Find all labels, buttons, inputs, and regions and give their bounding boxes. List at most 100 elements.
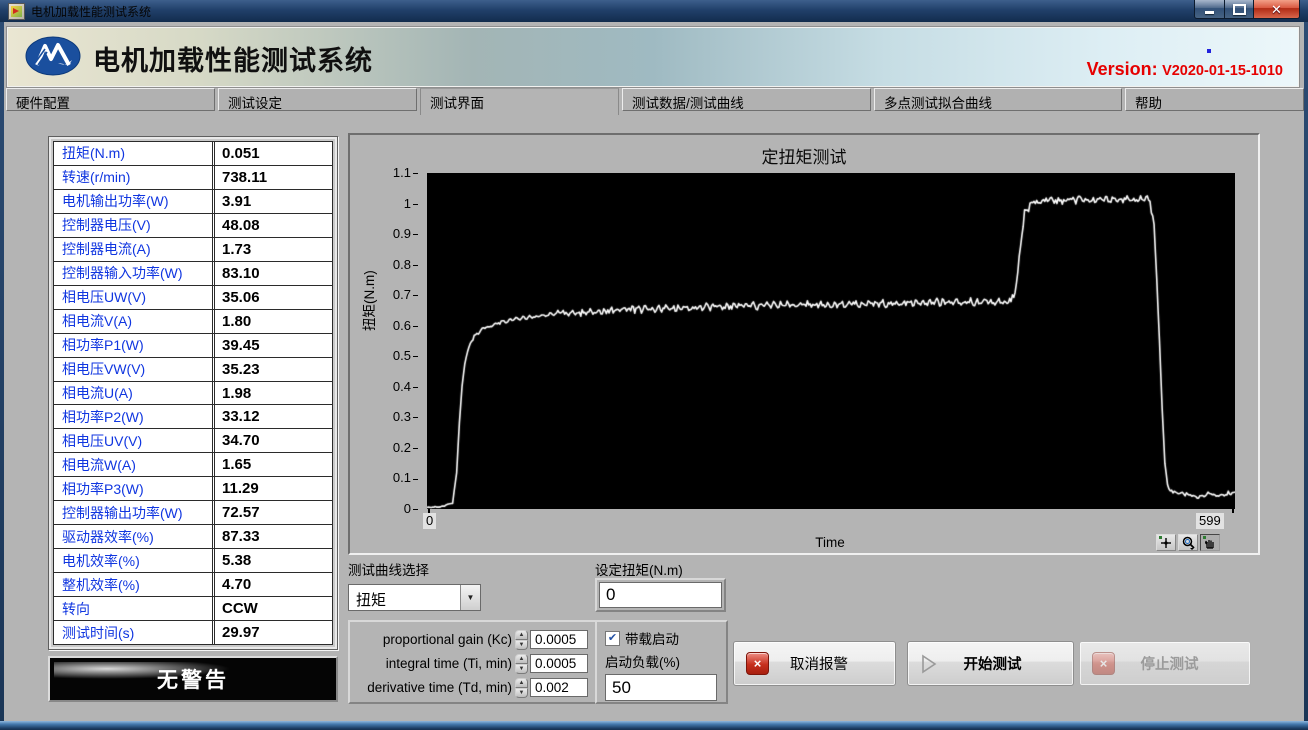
x-tick-mark-left — [428, 509, 430, 513]
measurement-label: 控制器输入功率(W) — [54, 262, 212, 285]
red-x-icon-disabled: × — [1092, 652, 1115, 675]
table-row: 转向 CCW — [54, 597, 332, 621]
table-row: 电机效率(%) 5.38 — [54, 549, 332, 573]
chevron-down-icon[interactable]: ▼ — [460, 585, 480, 610]
measurement-value: 1.65 — [212, 453, 332, 476]
measurement-table: 扭矩(N.m) 0.051 转速(r/min) 738.11 电机输出功率(W)… — [53, 141, 333, 645]
measurement-value: CCW — [212, 597, 332, 620]
warning-text: 无警告 — [50, 658, 336, 700]
chart-plot-area[interactable] — [427, 173, 1235, 509]
x-axis-min[interactable]: 0 — [423, 513, 436, 529]
tab-test-interface[interactable]: 测试界面 — [420, 88, 619, 115]
tab-bar: 硬件配置 测试设定 测试界面 测试数据/测试曲线 多点测试拟合曲线 帮助 — [4, 88, 1304, 115]
app-icon[interactable] — [8, 3, 25, 20]
measurement-table-frame: 扭矩(N.m) 0.051 转速(r/min) 738.11 电机输出功率(W)… — [48, 136, 338, 650]
y-tick-label: 1.1 — [356, 165, 418, 180]
measurement-label: 相电流U(A) — [54, 382, 212, 405]
measurement-value: 35.06 — [212, 286, 332, 309]
measurement-label: 控制器电流(A) — [54, 238, 212, 261]
measurement-value: 35.23 — [212, 358, 332, 381]
measurement-label: 控制器电压(V) — [54, 214, 212, 237]
pid-value-input[interactable] — [530, 654, 588, 673]
maximize-button[interactable] — [1225, 0, 1253, 19]
load-start-checkbox-label: 带载启动 — [625, 628, 679, 648]
application-window: 电机加载性能测试系统 ✕ 电机加载性能测试系统 Version: V2020-0… — [0, 0, 1308, 730]
pan-tool-button[interactable] — [1200, 534, 1220, 551]
curve-select-label: 测试曲线选择 — [348, 559, 429, 579]
measurement-label: 电机输出功率(W) — [54, 190, 212, 213]
measurement-label: 驱动器效率(%) — [54, 525, 212, 548]
measurement-value: 72.57 — [212, 501, 332, 524]
tab-hardware-config[interactable]: 硬件配置 — [6, 88, 215, 111]
table-row: 转速(r/min) 738.11 — [54, 166, 332, 190]
table-row: 控制器电流(A) 1.73 — [54, 238, 332, 262]
spinner-control[interactable]: ▲ ▼ — [515, 678, 528, 697]
minimize-icon — [1205, 11, 1214, 14]
measurement-value: 48.08 — [212, 214, 332, 237]
chart-title: 定扭矩测试 — [350, 143, 1258, 168]
tab-test-data-curves[interactable]: 测试数据/测试曲线 — [622, 88, 871, 111]
table-row: 相功率P2(W) 33.12 — [54, 405, 332, 429]
company-logo — [25, 36, 81, 76]
table-row: 相电流U(A) 1.98 — [54, 382, 332, 406]
cursor-tool-button[interactable] — [1156, 534, 1176, 551]
measurement-label: 转向 — [54, 597, 212, 620]
tab-test-settings[interactable]: 测试设定 — [218, 88, 417, 111]
y-tick-label: 0.5 — [356, 348, 418, 363]
magnifier-icon — [1181, 536, 1196, 550]
spinner-control[interactable]: ▲ ▼ — [515, 630, 528, 649]
zoom-tool-button[interactable] — [1178, 534, 1198, 551]
spinner-control[interactable]: ▲ ▼ — [515, 654, 528, 673]
spinner-down-icon[interactable]: ▼ — [515, 664, 528, 674]
hand-icon — [1203, 536, 1217, 550]
stop-test-label: 停止测试 — [1115, 653, 1250, 674]
table-row: 相电压UW(V) 35.06 — [54, 286, 332, 310]
spinner-down-icon[interactable]: ▼ — [515, 640, 528, 650]
load-start-checkbox[interactable]: ✔ — [605, 631, 620, 646]
x-axis-max[interactable]: 599 — [1196, 513, 1224, 529]
page-title: 电机加载性能测试系统 — [93, 39, 373, 78]
cancel-alarm-button[interactable]: × 取消报警 — [733, 641, 896, 686]
spinner-up-icon[interactable]: ▲ — [515, 654, 528, 664]
play-icon — [920, 653, 938, 674]
x-tick-mark-right — [1232, 509, 1234, 513]
tab-help[interactable]: 帮助 — [1125, 88, 1304, 111]
table-row: 相电压VW(V) 35.23 — [54, 358, 332, 382]
set-torque-input[interactable] — [599, 582, 722, 608]
pid-value-input[interactable] — [530, 678, 588, 697]
start-load-input[interactable] — [605, 674, 717, 701]
start-test-label: 开始测试 — [938, 653, 1073, 674]
measurement-value: 1.73 — [212, 238, 332, 261]
spinner-down-icon[interactable]: ▼ — [515, 688, 528, 698]
crosshair-icon — [1159, 536, 1173, 549]
table-row: 控制器输入功率(W) 83.10 — [54, 262, 332, 286]
spinner-up-icon[interactable]: ▲ — [515, 678, 528, 688]
version-label: Version: — [1087, 59, 1158, 79]
version-text: Version: V2020-01-15-1010 — [1087, 59, 1283, 80]
start-test-button[interactable]: 开始测试 — [907, 641, 1074, 686]
close-button[interactable]: ✕ — [1253, 0, 1300, 19]
tab-multipoint-fit-curve[interactable]: 多点测试拟合曲线 — [874, 88, 1122, 111]
window-title: 电机加载性能测试系统 — [31, 3, 151, 20]
measurement-label: 控制器输出功率(W) — [54, 501, 212, 524]
curve-select-dropdown[interactable]: 扭矩 ▼ — [348, 584, 481, 611]
table-row: 控制器输出功率(W) 72.57 — [54, 501, 332, 525]
close-icon: ✕ — [1271, 3, 1282, 16]
measurement-label: 相功率P1(W) — [54, 334, 212, 357]
minimize-button[interactable] — [1194, 0, 1225, 19]
table-row: 测试时间(s) 29.97 — [54, 621, 332, 644]
title-bar[interactable]: 电机加载性能测试系统 ✕ — [0, 0, 1308, 22]
measurement-label: 相功率P3(W) — [54, 477, 212, 500]
measurement-value: 4.70 — [212, 573, 332, 596]
spinner-up-icon[interactable]: ▲ — [515, 630, 528, 640]
measurement-label: 电机效率(%) — [54, 549, 212, 572]
graph-tool-palette — [1156, 534, 1220, 551]
pid-value-input[interactable] — [530, 630, 588, 649]
measurement-label: 相电压VW(V) — [54, 358, 212, 381]
measurement-value: 39.45 — [212, 334, 332, 357]
measurement-value: 0.051 — [212, 142, 332, 165]
stop-test-button[interactable]: × 停止测试 — [1079, 641, 1251, 686]
measurement-label: 相电压UV(V) — [54, 429, 212, 452]
measurement-label: 相功率P2(W) — [54, 405, 212, 428]
table-row: 相电流W(A) 1.65 — [54, 453, 332, 477]
